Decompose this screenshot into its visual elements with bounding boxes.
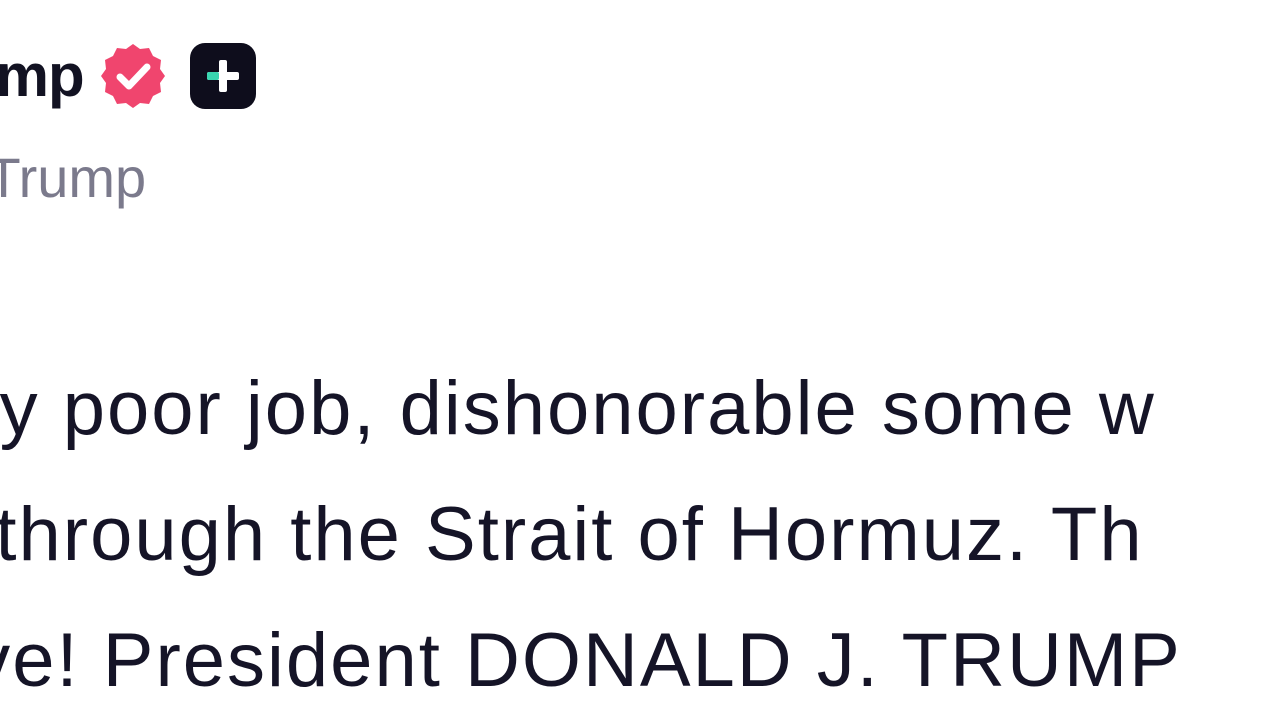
post-body-line: ave! President DONALD J. TRUMP (0, 618, 1182, 703)
display-name[interactable]: ump (0, 38, 85, 114)
post-body-line: o through the Strait of Hormuz. Th (0, 492, 1144, 577)
verified-check-icon (98, 41, 168, 111)
post-body-line: ery poor job, dishonorable some w (0, 366, 1156, 451)
post-card: ump lTrump ery poor job, dishonorable so… (0, 0, 1280, 720)
post-body: ery poor job, dishonorable some w o thro… (0, 346, 1280, 720)
plus-badge-icon (189, 43, 256, 109)
user-handle[interactable]: lTrump (0, 144, 146, 212)
post-header: ump (0, 38, 256, 114)
